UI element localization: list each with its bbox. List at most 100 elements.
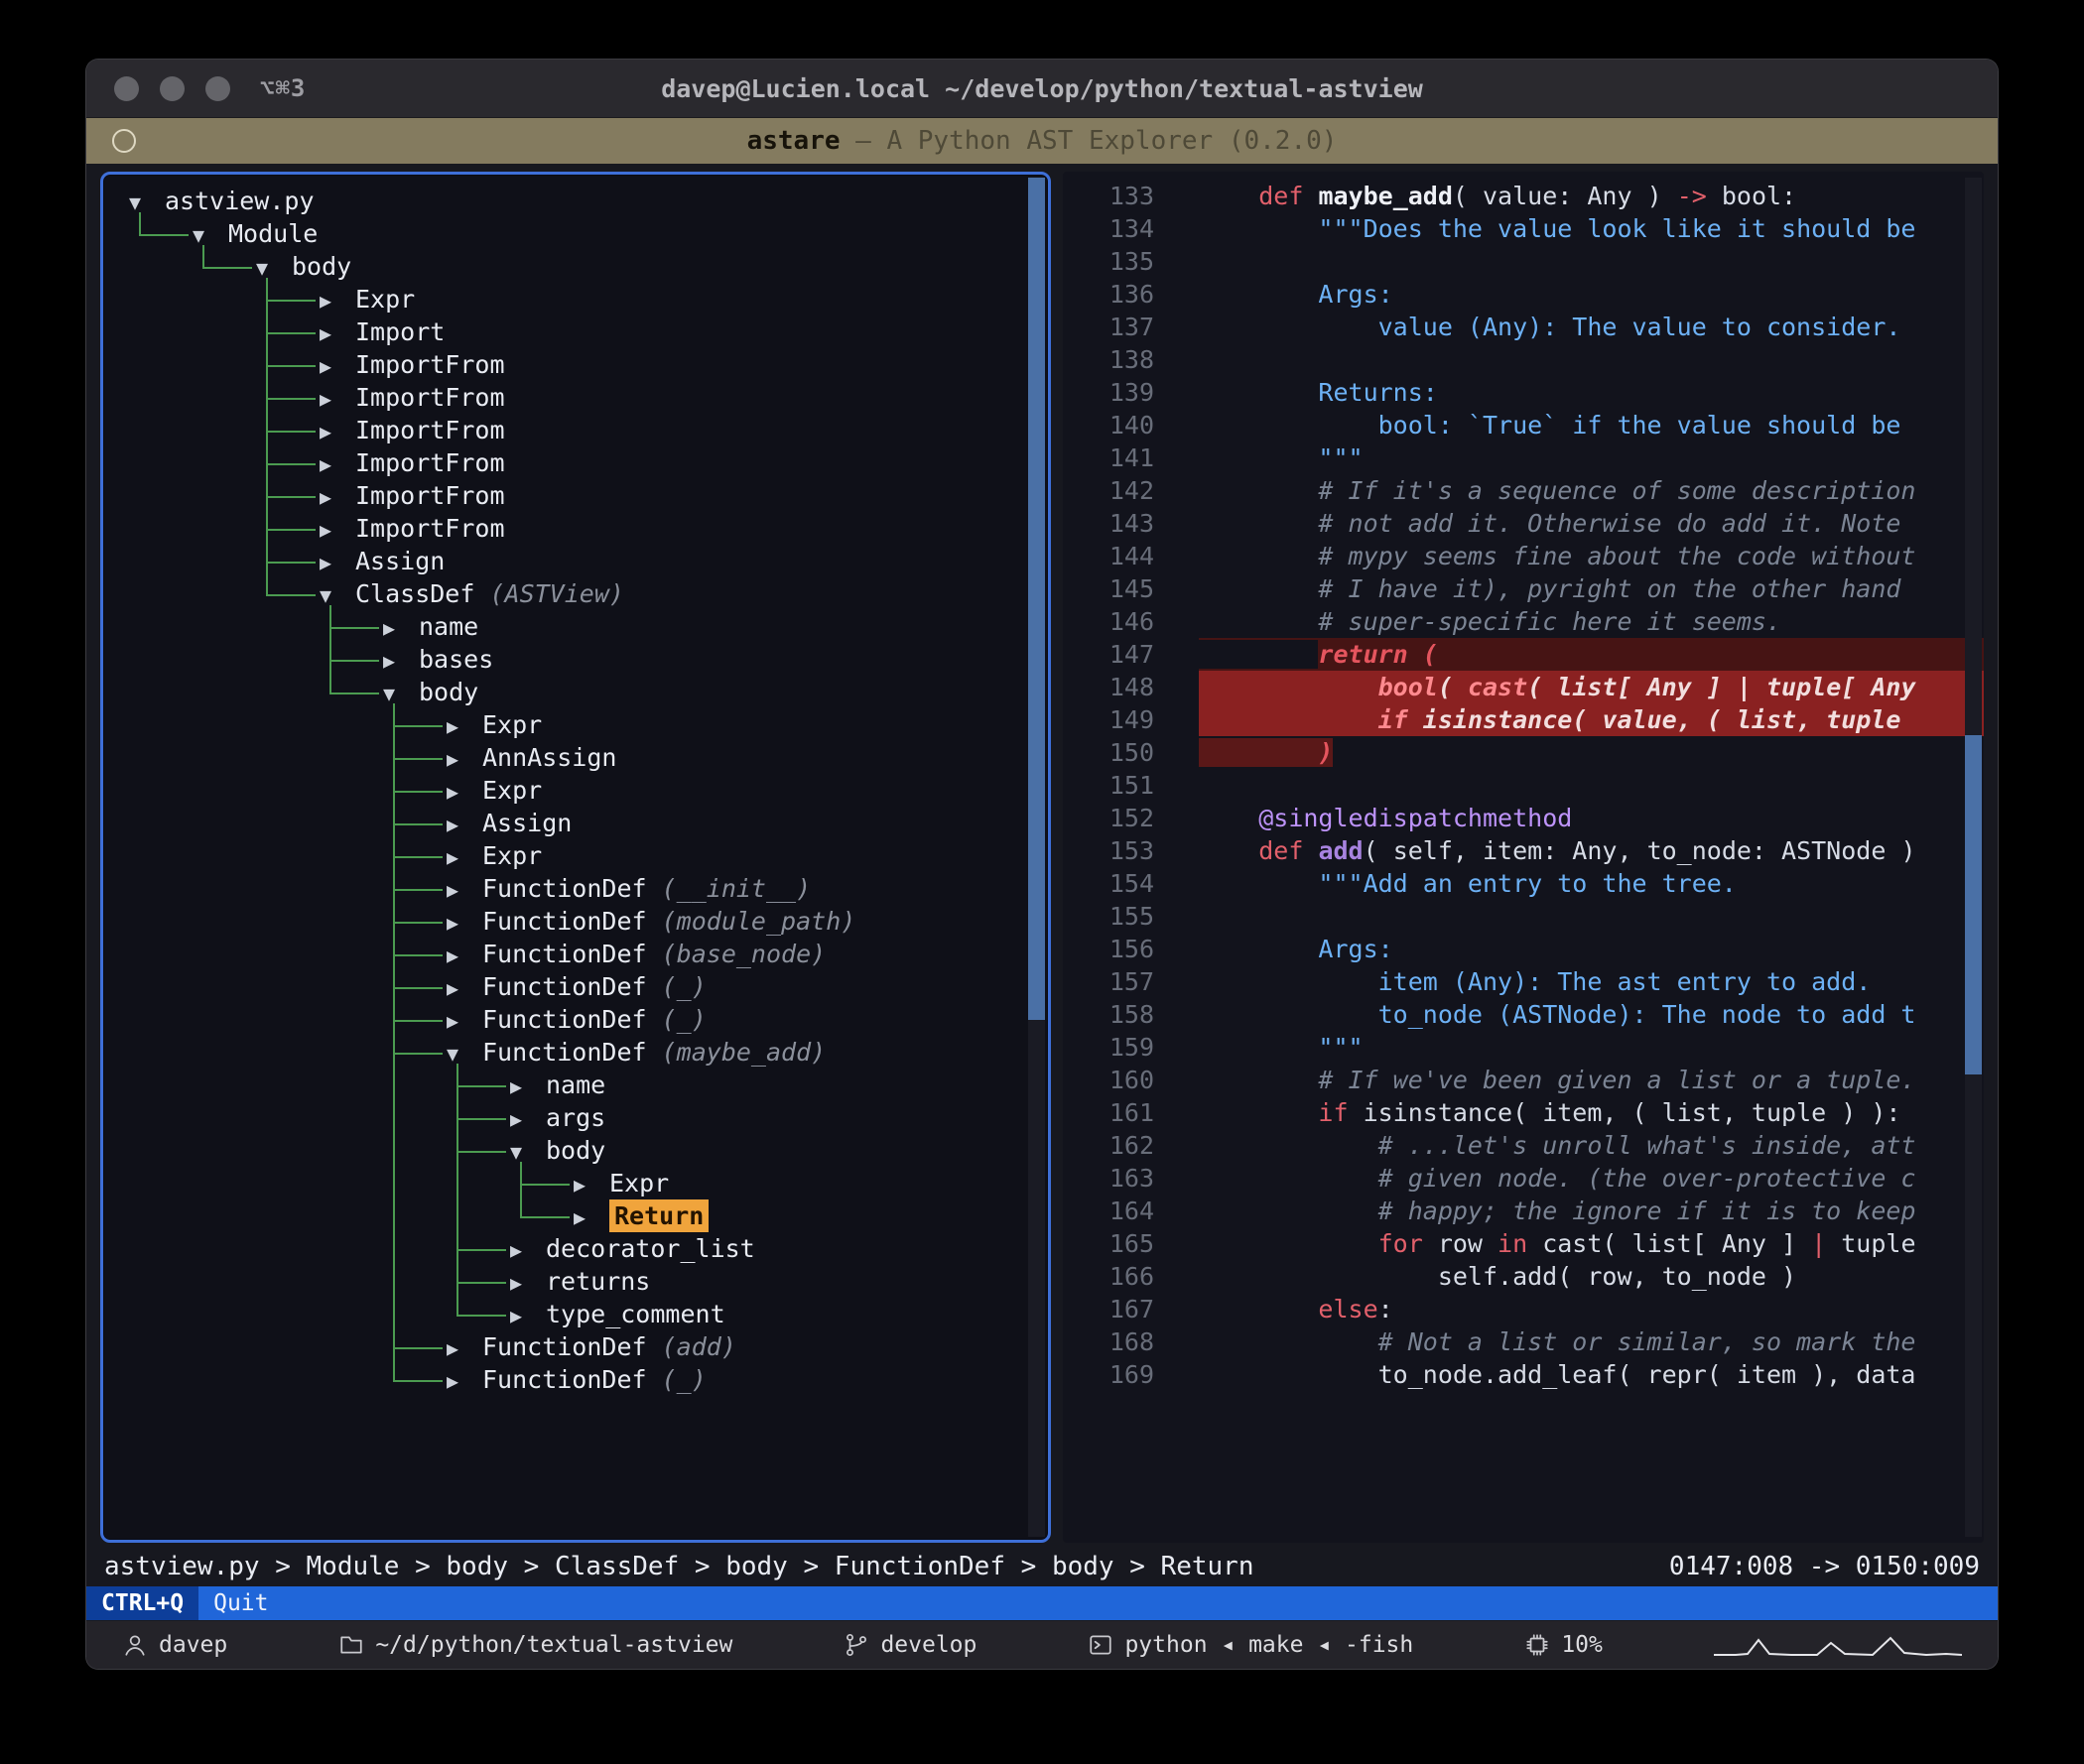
tree-row[interactable]: ▶ Expr <box>574 1167 669 1199</box>
tree-guide <box>393 1052 443 1055</box>
code-line: 159 """ <box>1063 1031 1984 1064</box>
tree-row[interactable]: ▼ body <box>256 250 351 283</box>
quit-key-label[interactable]: Quit <box>213 1590 268 1616</box>
code-scrollbar[interactable] <box>1965 178 1982 1537</box>
chevron-right-icon[interactable]: ▶ <box>510 1071 538 1103</box>
tree-row[interactable]: ▶ name <box>510 1069 605 1101</box>
chevron-right-icon[interactable]: ▶ <box>320 547 347 579</box>
chevron-down-icon[interactable]: ▼ <box>129 187 157 219</box>
breadcrumb-item[interactable]: body <box>1052 1552 1114 1581</box>
chevron-right-icon[interactable]: ▶ <box>447 841 474 874</box>
tree-row[interactable]: ▶ AnnAssign <box>447 741 616 774</box>
breadcrumb-item[interactable]: Module <box>307 1552 400 1581</box>
chevron-right-icon[interactable]: ▶ <box>574 1169 601 1201</box>
tree-row[interactable]: ▼ FunctionDef (maybe_add) <box>447 1036 826 1069</box>
chevron-right-icon[interactable]: ▶ <box>320 481 347 514</box>
chevron-down-icon[interactable]: ▼ <box>510 1136 538 1169</box>
chevron-down-icon[interactable]: ▼ <box>193 219 220 252</box>
breadcrumb-item[interactable]: body <box>446 1552 508 1581</box>
tree-row[interactable]: ▶ Assign <box>447 807 572 839</box>
code-scrollbar-thumb[interactable] <box>1965 734 1982 1075</box>
tree-row[interactable]: ▶ Import <box>320 315 445 348</box>
tree-row[interactable]: ▶ returns <box>510 1265 650 1298</box>
tree-row[interactable]: ▶ ImportFrom <box>320 381 505 414</box>
chevron-right-icon[interactable]: ▶ <box>383 612 411 645</box>
chevron-down-icon[interactable]: ▼ <box>320 579 347 612</box>
chevron-right-icon[interactable]: ▶ <box>510 1300 538 1332</box>
chevron-right-icon[interactable]: ▶ <box>447 710 474 743</box>
code-text: def maybe_add( value: Any ) -> bool: <box>1258 182 1797 210</box>
chevron-right-icon[interactable]: ▶ <box>447 1005 474 1038</box>
tree-guide <box>266 364 316 367</box>
tree-row[interactable]: ▼ astview.py <box>129 185 315 217</box>
chevron-right-icon[interactable]: ▶ <box>510 1234 538 1267</box>
tree-row[interactable]: ▶ ImportFrom <box>320 479 505 512</box>
breadcrumb-item[interactable]: body <box>725 1552 788 1581</box>
chevron-right-icon[interactable]: ▶ <box>447 1365 474 1398</box>
chevron-right-icon[interactable]: ▶ <box>320 383 347 416</box>
tree-scrollbar-thumb[interactable] <box>1028 178 1045 1021</box>
tree-guide <box>329 692 379 694</box>
chevron-right-icon[interactable]: ▶ <box>510 1103 538 1136</box>
tree-row[interactable]: ▼ ClassDef (ASTView) <box>320 577 624 610</box>
chevron-right-icon[interactable]: ▶ <box>447 907 474 940</box>
tree-row[interactable]: ▼ body <box>383 676 478 708</box>
tree-row[interactable]: ▶ type_comment <box>510 1298 725 1330</box>
tree-scrollbar[interactable] <box>1028 178 1045 1537</box>
tree-row[interactable]: ▶ FunctionDef (_) <box>447 970 707 1003</box>
chevron-down-icon[interactable]: ▼ <box>256 252 284 285</box>
chevron-right-icon[interactable]: ▶ <box>447 874 474 907</box>
quit-key-button[interactable]: CTRL+Q <box>86 1586 199 1620</box>
line-number: 166 <box>1108 1262 1154 1291</box>
tree-row[interactable]: ▼ Module <box>193 217 318 250</box>
chevron-right-icon[interactable]: ▶ <box>320 416 347 448</box>
tree-row[interactable]: ▶ Return <box>574 1199 710 1234</box>
tree-row[interactable]: ▶ FunctionDef (__init__) <box>447 872 811 905</box>
breadcrumb-item[interactable]: FunctionDef <box>835 1552 1005 1581</box>
breadcrumb-item[interactable]: Return <box>1161 1552 1254 1581</box>
code-text: bool( cast( list[ Any ] | tuple[ Any <box>1199 671 1984 703</box>
chevron-right-icon[interactable]: ▶ <box>447 809 474 841</box>
tree-row[interactable]: ▶ name <box>383 610 478 643</box>
tree-row[interactable]: ▶ Expr <box>447 839 542 872</box>
tree-row[interactable]: ▶ Assign <box>320 545 445 577</box>
chevron-right-icon[interactable]: ▶ <box>447 972 474 1005</box>
tree-row[interactable]: ▶ ImportFrom <box>320 348 505 381</box>
tree-row[interactable]: ▶ FunctionDef (module_path) <box>447 905 855 938</box>
tree-node-label: type_comment <box>546 1300 725 1328</box>
tree-row[interactable]: ▶ FunctionDef (_) <box>447 1003 707 1036</box>
tree-row[interactable]: ▶ Expr <box>320 283 415 315</box>
chevron-right-icon[interactable]: ▶ <box>320 317 347 350</box>
chevron-down-icon[interactable]: ▼ <box>383 678 411 710</box>
code-text: if isinstance( item, ( list, tuple ) ): <box>1318 1098 1901 1127</box>
chevron-right-icon[interactable]: ▶ <box>447 940 474 972</box>
tree-row[interactable]: ▶ Expr <box>447 774 542 807</box>
chevron-right-icon[interactable]: ▶ <box>320 285 347 317</box>
chevron-right-icon[interactable]: ▶ <box>447 776 474 809</box>
chevron-right-icon[interactable]: ▶ <box>574 1201 601 1234</box>
tree-row[interactable]: ▶ bases <box>383 643 493 676</box>
tree-row[interactable]: ▶ FunctionDef (base_node) <box>447 938 826 970</box>
breadcrumb-item[interactable]: ClassDef <box>555 1552 679 1581</box>
tree-row[interactable]: ▼ body <box>510 1134 605 1167</box>
breadcrumb-item[interactable]: astview.py <box>104 1552 260 1581</box>
tree-row[interactable]: ▶ decorator_list <box>510 1232 755 1265</box>
chevron-right-icon[interactable]: ▶ <box>447 1332 474 1365</box>
tree-node-label: ImportFrom <box>355 350 505 379</box>
chevron-right-icon[interactable]: ▶ <box>383 645 411 678</box>
chevron-right-icon[interactable]: ▶ <box>320 350 347 383</box>
tree-row[interactable]: ▶ ImportFrom <box>320 446 505 479</box>
chevron-right-icon[interactable]: ▶ <box>510 1267 538 1300</box>
tree-row[interactable]: ▶ ImportFrom <box>320 512 505 545</box>
chevron-right-icon[interactable]: ▶ <box>320 514 347 547</box>
tree-row[interactable]: ▶ ImportFrom <box>320 414 505 446</box>
chevron-right-icon[interactable]: ▶ <box>320 448 347 481</box>
chevron-right-icon[interactable]: ▶ <box>447 743 474 776</box>
tree-node-detail: (add) <box>646 1332 736 1361</box>
tree-row[interactable]: ▶ FunctionDef (_) <box>447 1363 707 1396</box>
tree-row[interactable]: ▶ FunctionDef (add) <box>447 1330 736 1363</box>
chevron-down-icon[interactable]: ▼ <box>447 1038 474 1071</box>
tree-row[interactable]: ▶ Expr <box>447 708 542 741</box>
tree-row[interactable]: ▶ args <box>510 1101 605 1134</box>
